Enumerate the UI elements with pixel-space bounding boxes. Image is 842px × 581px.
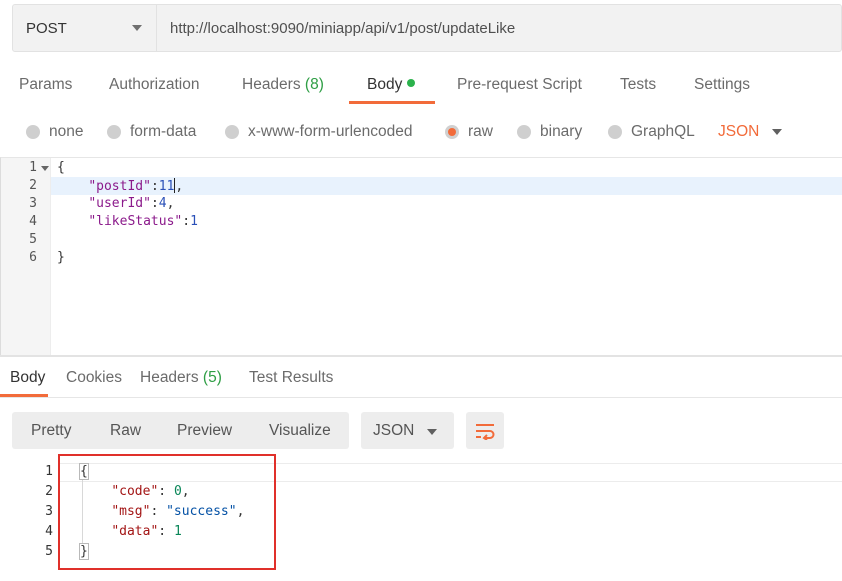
response-tab-cookies[interactable]: Cookies xyxy=(66,369,122,387)
highlight-annotation-box xyxy=(58,454,276,570)
line-number: 6 xyxy=(29,250,37,265)
url-input[interactable]: http://localhost:9090/miniapp/api/v1/pos… xyxy=(157,20,515,37)
wrap-lines-icon xyxy=(476,423,495,440)
option-urlencoded[interactable]: x-www-form-urlencoded xyxy=(225,123,413,141)
line-number: 2 xyxy=(45,484,53,499)
line-number: 5 xyxy=(45,544,53,559)
option-raw[interactable]: raw xyxy=(445,123,493,141)
pretty-button[interactable]: Pretty xyxy=(31,422,71,440)
body-indicator-dot xyxy=(407,79,416,87)
radio-icon[interactable] xyxy=(517,125,531,139)
tab-headers[interactable]: Headers (8) xyxy=(242,76,324,94)
option-raw-label: raw xyxy=(468,123,493,140)
radio-selected-icon[interactable] xyxy=(445,125,459,139)
tab-tests[interactable]: Tests xyxy=(620,76,656,94)
line-number: 4 xyxy=(29,214,37,229)
option-graphql[interactable]: GraphQL xyxy=(608,123,695,141)
option-urlencoded-label: x-www-form-urlencoded xyxy=(248,123,413,140)
wrap-lines-button[interactable] xyxy=(466,412,504,449)
active-tab-underline xyxy=(349,101,435,104)
tab-headers-label: Headers xyxy=(242,76,301,93)
json-value: 11 xyxy=(158,179,175,194)
option-form-data-label: form-data xyxy=(130,123,197,140)
text-cursor xyxy=(174,178,176,193)
method-label: POST xyxy=(26,19,67,37)
response-tab-headers-label: Headers xyxy=(140,369,199,386)
tab-params[interactable]: Params xyxy=(19,76,72,94)
response-tab-test-results[interactable]: Test Results xyxy=(249,369,333,387)
chevron-down-icon xyxy=(132,25,142,31)
radio-icon[interactable] xyxy=(26,125,40,139)
option-form-data[interactable]: form-data xyxy=(107,123,196,141)
line-number: 2 xyxy=(29,178,37,193)
json-value: 4 xyxy=(158,196,167,211)
response-headers-count-badge: (5) xyxy=(202,369,222,386)
json-value: 1 xyxy=(190,214,198,229)
json-key: "userId" xyxy=(88,196,151,211)
response-tab-body[interactable]: Body xyxy=(10,369,45,387)
line-number: 1 xyxy=(29,160,37,175)
code-line: { xyxy=(57,160,65,175)
request-body-editor[interactable]: 1 2 3 4 5 6 { "postId":11, "userId":4, "… xyxy=(0,157,842,356)
code-line: "postId":11, xyxy=(88,178,184,194)
raw-button[interactable]: Raw xyxy=(110,422,141,440)
json-key: "likeStatus" xyxy=(88,214,183,229)
headers-count-badge: (8) xyxy=(304,76,324,93)
chevron-down-icon xyxy=(427,429,437,435)
line-number: 1 xyxy=(45,464,53,479)
line-number: 4 xyxy=(45,524,53,539)
divider xyxy=(0,397,842,398)
code-line: "likeStatus":1 xyxy=(88,214,198,229)
tab-authorization[interactable]: Authorization xyxy=(109,76,199,94)
radio-icon[interactable] xyxy=(107,125,121,139)
option-binary[interactable]: binary xyxy=(517,123,582,141)
preview-button[interactable]: Preview xyxy=(177,422,232,440)
tab-body-label: Body xyxy=(367,76,403,93)
option-graphql-label: GraphQL xyxy=(631,123,695,140)
option-binary-label: binary xyxy=(540,123,583,140)
code-line: "userId":4, xyxy=(88,196,175,211)
fold-arrow-icon[interactable] xyxy=(41,166,49,171)
response-format-label: JSON xyxy=(373,422,415,439)
tab-settings[interactable]: Settings xyxy=(694,76,750,94)
view-mode-group: Pretty Raw Preview Visualize xyxy=(12,412,349,449)
url-bar: POST http://localhost:9090/miniapp/api/v… xyxy=(12,4,842,52)
option-none[interactable]: none xyxy=(26,123,83,141)
line-number: 5 xyxy=(29,232,37,247)
body-format-select[interactable]: JSON xyxy=(718,123,759,141)
code-line: } xyxy=(57,250,65,265)
json-key: "postId" xyxy=(88,179,151,194)
option-none-label: none xyxy=(49,123,84,140)
radio-icon[interactable] xyxy=(225,125,239,139)
method-select[interactable]: POST xyxy=(13,5,157,51)
visualize-button[interactable]: Visualize xyxy=(269,422,331,440)
request-tabs: Params Authorization Headers (8) Body Pr… xyxy=(0,66,842,106)
response-format-select[interactable]: JSON xyxy=(361,412,454,449)
chevron-down-icon[interactable] xyxy=(772,129,782,135)
tab-body[interactable]: Body xyxy=(367,76,416,94)
radio-icon[interactable] xyxy=(608,125,622,139)
response-tab-headers[interactable]: Headers (5) xyxy=(140,369,222,387)
line-number: 3 xyxy=(45,504,53,519)
panel-resize-handle[interactable] xyxy=(0,355,842,357)
line-number: 3 xyxy=(29,196,37,211)
tab-pre-request-script[interactable]: Pre-request Script xyxy=(457,76,582,94)
